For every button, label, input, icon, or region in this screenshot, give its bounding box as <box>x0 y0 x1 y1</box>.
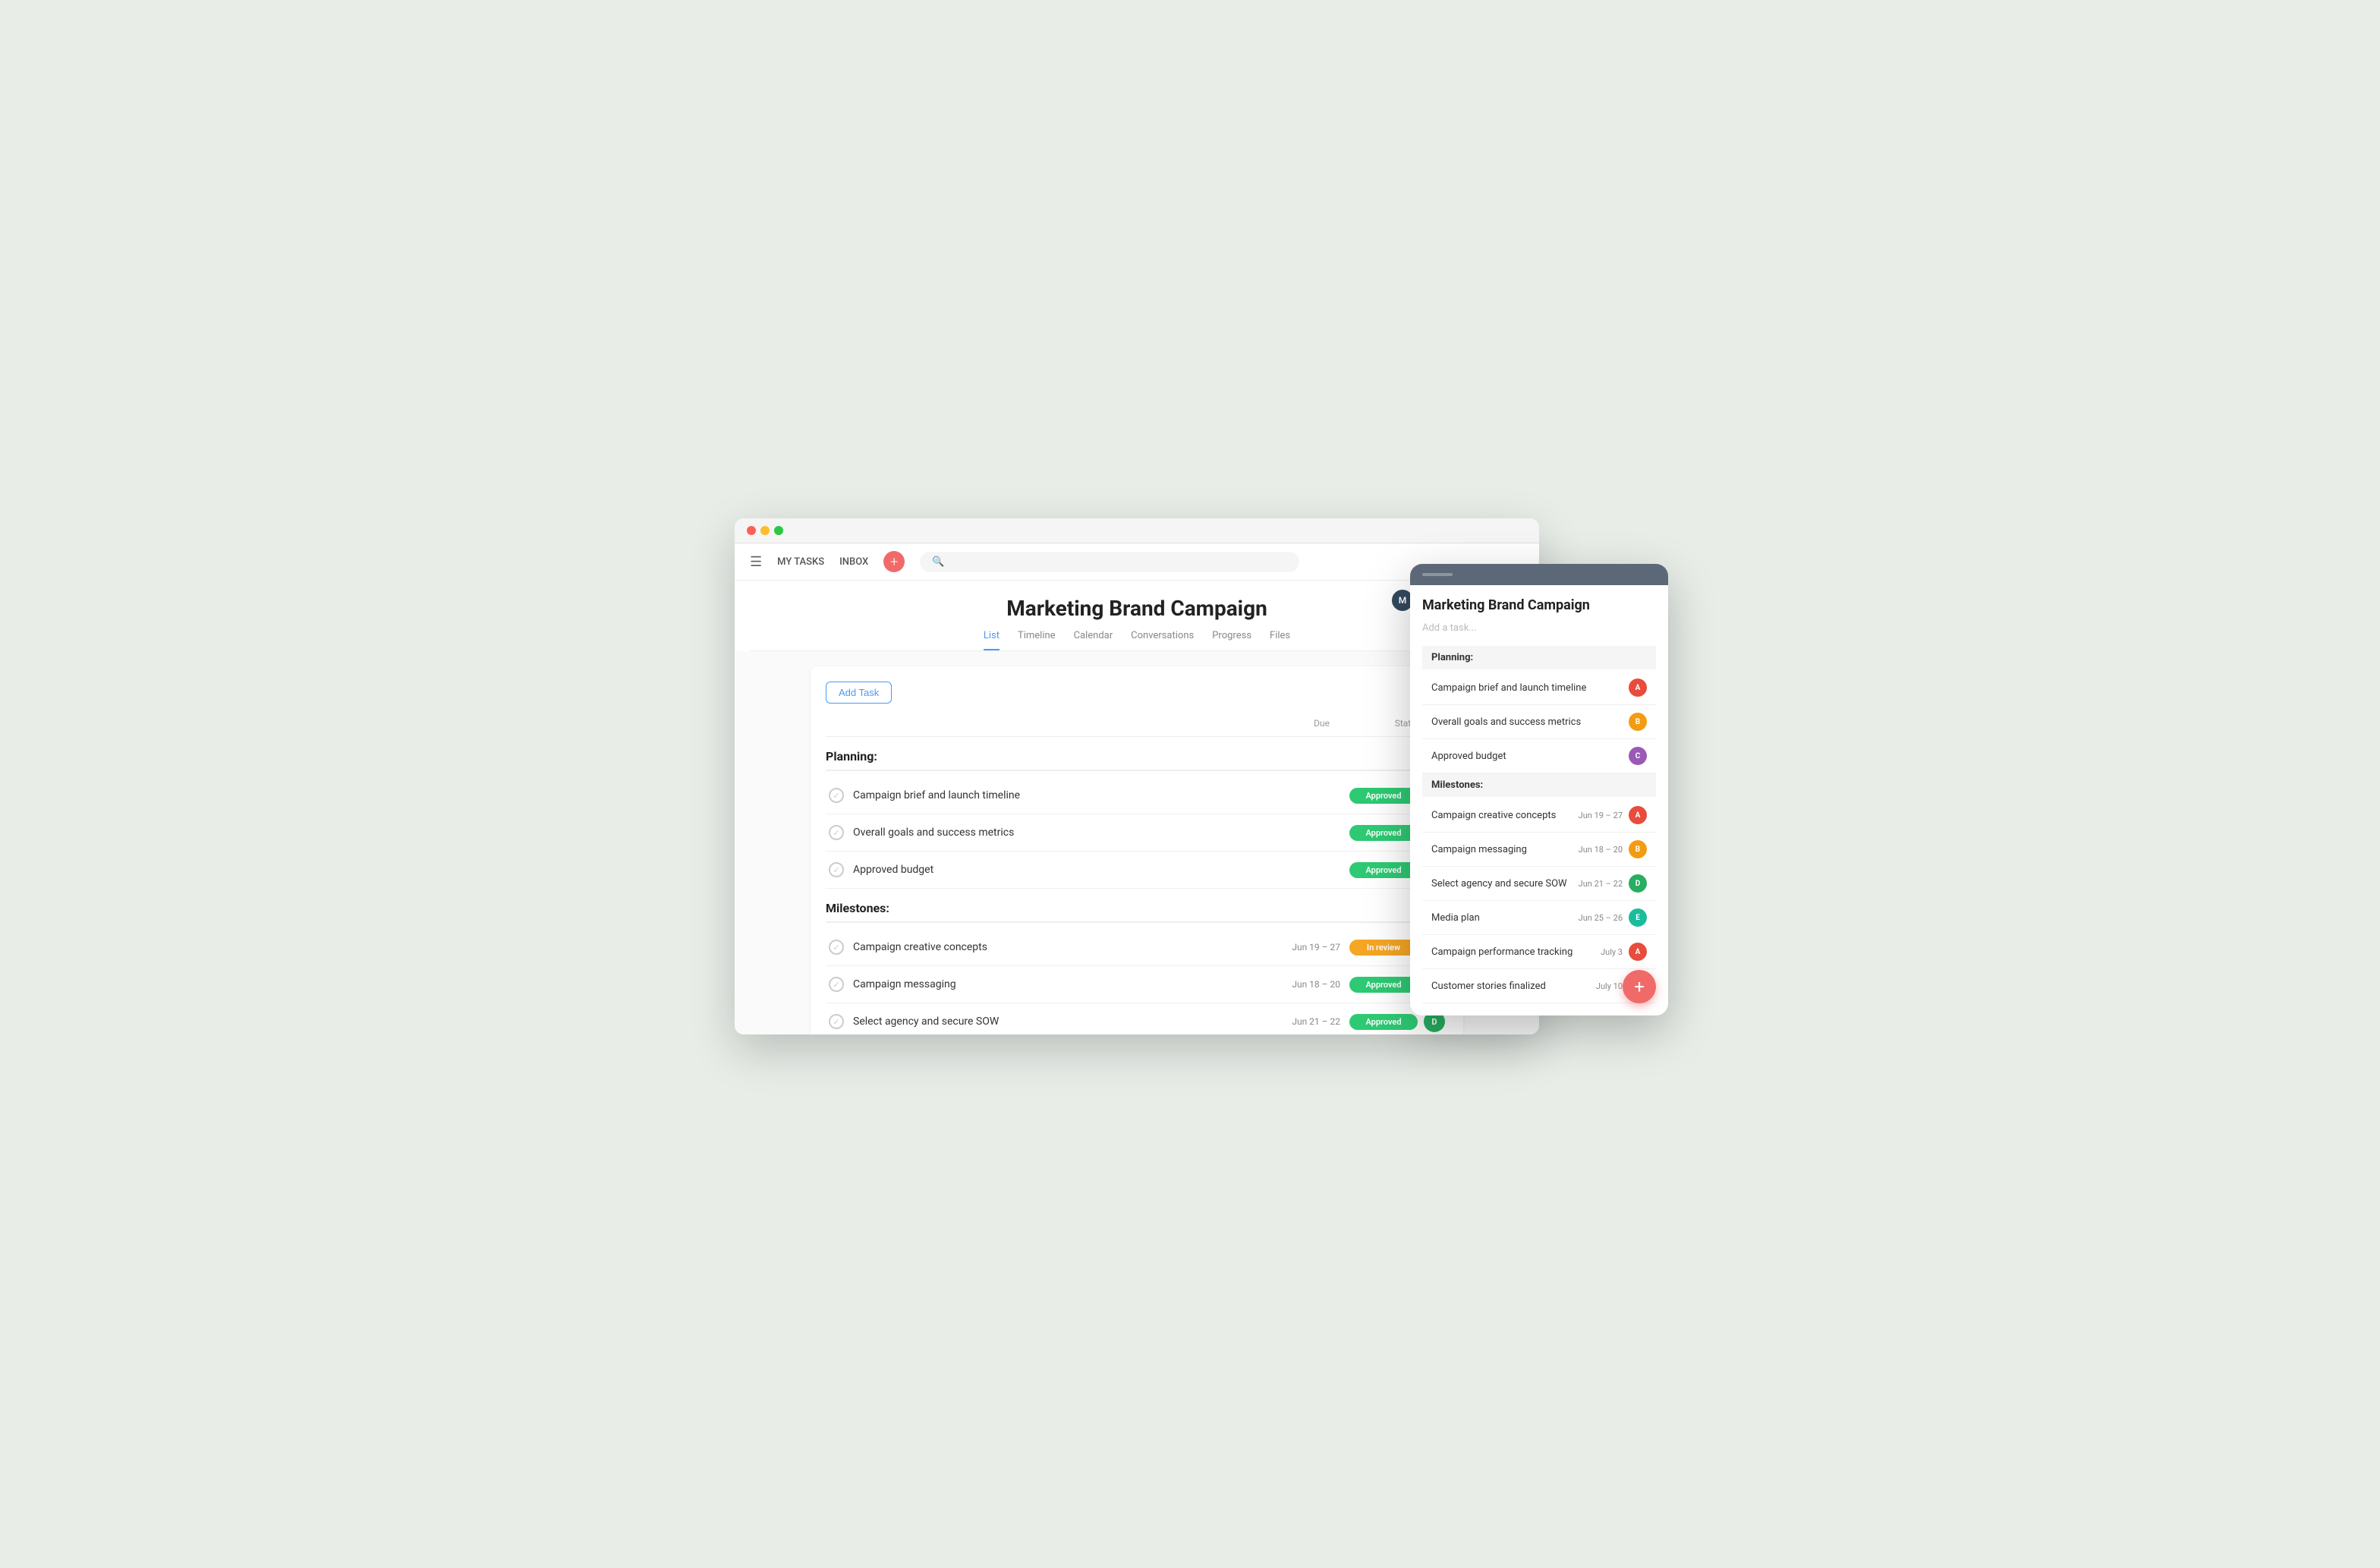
panel-task-due: July 10 <box>1596 981 1623 991</box>
tab-files[interactable]: Files <box>1270 630 1290 650</box>
panel-header <box>1410 564 1668 585</box>
traffic-light-red[interactable] <box>747 526 756 535</box>
panel-task-row[interactable]: Customer stories finalized July 10 C <box>1422 969 1656 1003</box>
task-row[interactable]: Select agency and secure SOW Jun 21 – 22… <box>826 1003 1448 1034</box>
task-name: Campaign creative concepts <box>853 941 1264 953</box>
panel-task-avatar: A <box>1629 679 1647 697</box>
task-row[interactable]: Campaign creative concepts Jun 19 – 27 I… <box>826 929 1448 966</box>
panel-task-row[interactable]: Approved budget C <box>1422 739 1656 773</box>
traffic-light-yellow[interactable] <box>760 526 770 535</box>
status-badge: Approved <box>1349 862 1418 878</box>
panel-task-due: July 3 <box>1601 947 1623 957</box>
task-name: Approved budget <box>853 864 1264 876</box>
panel-title: Marketing Brand Campaign <box>1422 597 1656 613</box>
panel-section-planning: Planning: <box>1422 646 1656 669</box>
task-name: Campaign brief and launch timeline <box>853 789 1264 801</box>
panel-task-name: Campaign performance tracking <box>1431 946 1601 958</box>
panel-task-row[interactable]: Overall goals and success metrics B <box>1422 705 1656 739</box>
status-badge: Approved <box>1349 788 1418 804</box>
tab-progress[interactable]: Progress <box>1212 630 1251 650</box>
panel-task-row[interactable]: Campaign performance tracking July 3 A <box>1422 935 1656 969</box>
panel-task-name: Select agency and secure SOW <box>1431 878 1579 889</box>
panel-fab-button[interactable]: + <box>1623 970 1656 1003</box>
task-check[interactable] <box>829 788 844 803</box>
task-row[interactable]: Overall goals and success metrics Approv… <box>826 814 1448 852</box>
panel-task-name: Campaign messaging <box>1431 844 1579 855</box>
tab-calendar[interactable]: Calendar <box>1074 630 1113 650</box>
panel-task-name: Campaign creative concepts <box>1431 810 1579 821</box>
panel-task-due: Jun 18 – 20 <box>1579 845 1623 855</box>
panel-drag-handle[interactable] <box>1422 573 1453 576</box>
task-area: Add Task Due Status 👤 Planning: Campaign… <box>811 666 1463 1034</box>
section-milestones: Milestones: <box>826 901 1448 923</box>
panel-task-name: Overall goals and success metrics <box>1431 716 1629 728</box>
status-badge: Approved <box>1349 977 1418 993</box>
right-panel: Marketing Brand Campaign Add a task... P… <box>1410 564 1668 1015</box>
task-check[interactable] <box>829 1014 844 1029</box>
panel-task-row[interactable]: Campaign creative concepts Jun 19 – 27 A <box>1422 798 1656 833</box>
tab-timeline[interactable]: Timeline <box>1018 630 1056 650</box>
task-name: Campaign messaging <box>853 978 1264 990</box>
panel-task-avatar: A <box>1629 806 1647 824</box>
task-row[interactable]: Campaign messaging Jun 18 – 20 Approved … <box>826 966 1448 1003</box>
status-badge: Approved <box>1349 825 1418 841</box>
task-due: Jun 21 – 22 <box>1264 1016 1340 1027</box>
panel-task-row[interactable]: Campaign brief and launch timeline A <box>1422 671 1656 705</box>
search-icon: 🔍 <box>932 556 944 568</box>
panel-task-avatar: B <box>1629 840 1647 858</box>
panel-task-name: Customer stories finalized <box>1431 981 1596 992</box>
task-check[interactable] <box>829 862 844 877</box>
status-badge: In review <box>1349 940 1418 956</box>
panel-task-avatar: E <box>1629 908 1647 927</box>
traffic-light-green[interactable] <box>774 526 783 535</box>
panel-task-due: Jun 19 – 27 <box>1579 811 1623 820</box>
panel-task-due: Jun 21 – 22 <box>1579 879 1623 889</box>
tab-conversations[interactable]: Conversations <box>1131 630 1194 650</box>
panel-task-due: Jun 25 – 26 <box>1579 913 1623 923</box>
task-check[interactable] <box>829 977 844 992</box>
task-row[interactable]: Approved budget Approved C <box>826 852 1448 889</box>
panel-task-name: Media plan <box>1431 912 1579 924</box>
panel-add-task[interactable]: Add a task... <box>1422 622 1656 634</box>
panel-task-avatar: A <box>1629 943 1647 961</box>
section-planning: Planning: <box>826 749 1448 771</box>
task-header-row: Due Status 👤 <box>826 716 1448 737</box>
panel-section-milestones: Milestones: <box>1422 773 1656 797</box>
title-bar <box>735 518 1539 543</box>
inbox-link[interactable]: INBOX <box>839 556 868 568</box>
project-tabs: List Timeline Calendar Conversations Pro… <box>750 630 1524 651</box>
panel-task-name: Approved budget <box>1431 751 1629 762</box>
panel-task-name: Campaign brief and launch timeline <box>1431 682 1629 694</box>
panel-task-avatar: C <box>1629 747 1647 765</box>
task-name: Select agency and secure SOW <box>853 1015 1264 1028</box>
task-check[interactable] <box>829 940 844 955</box>
panel-task-row[interactable]: Select agency and secure SOW Jun 21 – 22… <box>1422 867 1656 901</box>
status-column-header: Status <box>1330 718 1421 729</box>
search-bar[interactable]: 🔍 <box>920 552 1299 572</box>
task-due: Jun 19 – 27 <box>1264 942 1340 952</box>
task-due: Jun 18 – 20 <box>1264 979 1340 990</box>
panel-body: Marketing Brand Campaign Add a task... P… <box>1410 585 1668 1015</box>
hamburger-icon[interactable]: ☰ <box>750 554 762 570</box>
due-column-header: Due <box>1254 718 1330 729</box>
panel-task-avatar: B <box>1629 713 1647 731</box>
tab-list[interactable]: List <box>984 630 1000 650</box>
my-tasks-link[interactable]: MY TASKS <box>777 556 824 568</box>
task-check[interactable] <box>829 825 844 840</box>
status-badge: Approved <box>1349 1014 1418 1030</box>
add-task-button[interactable]: Add Task <box>826 682 892 704</box>
task-row[interactable]: Campaign brief and launch timeline Appro… <box>826 777 1448 814</box>
task-name: Overall goals and success metrics <box>853 827 1264 839</box>
panel-task-avatar: D <box>1629 874 1647 893</box>
panel-task-row[interactable]: Media plan Jun 25 – 26 E <box>1422 901 1656 935</box>
panel-task-row[interactable]: Campaign messaging Jun 18 – 20 B <box>1422 833 1656 867</box>
add-button[interactable]: + <box>883 551 905 572</box>
